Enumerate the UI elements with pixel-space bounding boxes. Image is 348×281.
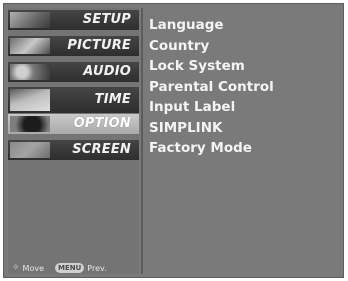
menu-item-label: TIME <box>94 92 131 107</box>
menu-item-label: OPTION <box>73 116 131 131</box>
move-arrows-icon: ✧ <box>12 263 20 273</box>
time-thumbnail-icon <box>10 89 50 111</box>
submenu-item-country[interactable]: Country <box>149 36 274 57</box>
menu-item-setup[interactable]: SETUP <box>8 10 139 30</box>
submenu-item-input-label[interactable]: Input Label <box>149 97 274 118</box>
menu-item-option[interactable]: OPTION <box>8 114 139 134</box>
screen-thumbnail-icon <box>10 142 50 158</box>
menu-item-time[interactable]: TIME <box>8 87 139 113</box>
move-label: Move <box>22 263 44 273</box>
setup-thumbnail-icon <box>10 12 50 28</box>
menu-key-badge: MENU <box>55 263 85 273</box>
submenu-item-language[interactable]: Language <box>149 15 274 36</box>
picture-thumbnail-icon <box>10 38 50 54</box>
menu-item-audio[interactable]: AUDIO <box>8 62 139 82</box>
option-submenu: Language Country Lock System Parental Co… <box>149 15 274 159</box>
submenu-item-factory-mode[interactable]: Factory Mode <box>149 138 274 159</box>
submenu-item-simplink[interactable]: SIMPLINK <box>149 118 274 139</box>
submenu-item-lock-system[interactable]: Lock System <box>149 56 274 77</box>
menu-item-label: SETUP <box>82 12 131 27</box>
menu-item-picture[interactable]: PICTURE <box>8 36 139 56</box>
menu-item-label: SCREEN <box>72 142 131 157</box>
menu-item-screen[interactable]: SCREEN <box>8 140 139 160</box>
navigation-hint: ✧ Move MENU Prev. <box>12 262 107 274</box>
prev-label: Prev. <box>87 263 107 273</box>
menu-item-label: AUDIO <box>83 64 131 79</box>
panel-divider <box>141 8 143 274</box>
main-menu-panel: SETUP PICTURE AUDIO TIME OPTION SCREEN ✧… <box>8 8 139 274</box>
audio-thumbnail-icon <box>10 64 50 80</box>
menu-item-label: PICTURE <box>67 38 131 53</box>
submenu-item-parental-control[interactable]: Parental Control <box>149 77 274 98</box>
option-thumbnail-icon <box>10 116 50 132</box>
tv-osd-menu: SETUP PICTURE AUDIO TIME OPTION SCREEN ✧… <box>3 3 344 278</box>
